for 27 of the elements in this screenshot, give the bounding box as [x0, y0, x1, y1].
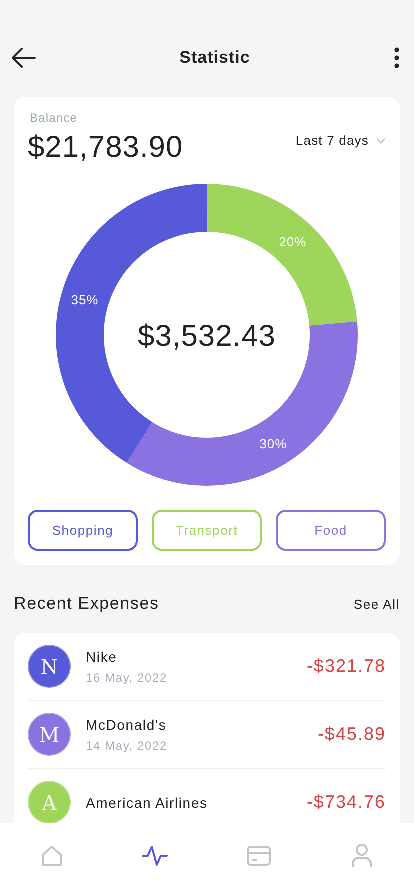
see-all-link[interactable]: See All: [354, 596, 400, 612]
back-icon[interactable]: [12, 48, 36, 68]
expense-amount: -$734.76: [306, 792, 386, 813]
percent-label: 20%: [279, 234, 307, 250]
more-icon[interactable]: [394, 47, 400, 69]
merchant-avatar: M: [28, 713, 71, 756]
section-title: Recent Expenses: [14, 594, 160, 614]
percent-label: 30%: [260, 436, 288, 452]
period-dropdown[interactable]: Last 7 days: [296, 111, 386, 148]
percent-label: 35%: [71, 292, 99, 308]
total-amount: $3,532.43: [138, 320, 276, 353]
expense-amount: -$45.89: [318, 724, 386, 745]
expense-date: 14 May, 2022: [86, 738, 168, 752]
category-button[interactable]: Food: [276, 510, 386, 551]
merchant-name: McDonald's: [86, 716, 168, 732]
merchant-name: American Airlines: [86, 794, 209, 810]
expense-date: 16 May, 2022: [86, 670, 168, 684]
chevron-down-icon: [376, 138, 386, 144]
merchant-avatar: N: [28, 645, 71, 688]
category-button[interactable]: Shopping: [28, 510, 138, 551]
expense-amount: -$321.78: [306, 656, 386, 677]
page-title: Statistic: [180, 48, 250, 68]
merchant-avatar: A: [28, 781, 71, 824]
activity-icon[interactable]: [142, 844, 168, 866]
balance-label: Balance: [29, 111, 79, 125]
balance-amount: $21,783.90: [28, 131, 184, 165]
merchant-name: Nike: [86, 648, 118, 664]
